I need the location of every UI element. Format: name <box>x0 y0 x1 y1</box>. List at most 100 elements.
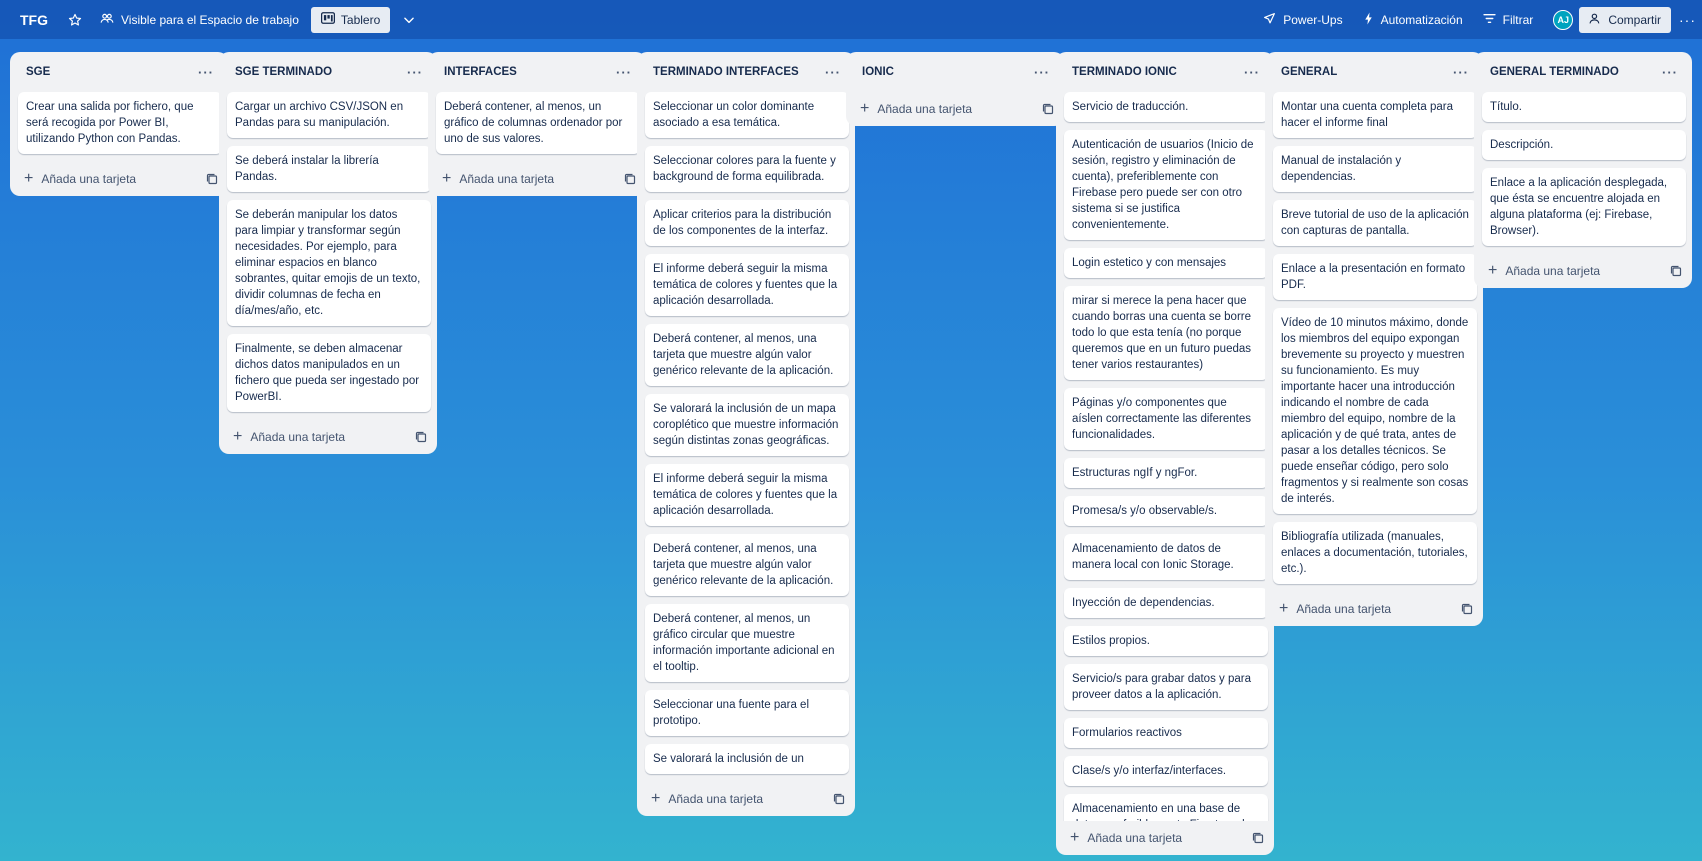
create-from-template-icon[interactable] <box>1461 603 1473 615</box>
list-menu-icon[interactable]: ··· <box>616 65 632 80</box>
list-column[interactable]: GENERAL ··· Montar una cuenta completa par… <box>1265 52 1483 626</box>
card[interactable]: Seleccionar un color dominante asociado … <box>645 92 849 138</box>
list-title[interactable]: TERMINADO IONIC <box>1072 66 1177 78</box>
list-header[interactable]: GENERAL TERMINADO ··· <box>1474 52 1692 92</box>
create-from-template-icon[interactable] <box>624 173 636 185</box>
add-card-action[interactable]: + Añada una tarjeta <box>442 171 554 187</box>
card[interactable]: Breve tutorial de uso de la aplicación c… <box>1273 200 1477 246</box>
card[interactable]: Estilos propios. <box>1064 626 1268 656</box>
add-card-button[interactable]: + Añada una tarjeta <box>1265 592 1483 626</box>
list-title[interactable]: INTERFACES <box>444 66 517 78</box>
list-title[interactable]: SGE TERMINADO <box>235 66 332 78</box>
card[interactable]: Aplicar criterios para la distribución d… <box>645 200 849 246</box>
card[interactable]: Deberá contener, al menos, una tarjeta q… <box>645 324 849 386</box>
list-menu-icon[interactable]: ··· <box>1662 65 1678 80</box>
card[interactable]: Servicio de traducción. <box>1064 92 1268 122</box>
avatar[interactable]: AJ <box>1553 9 1574 30</box>
card[interactable]: Enlace a la aplicación desplegada, que é… <box>1482 168 1686 246</box>
add-card-action[interactable]: + Añada una tarjeta <box>860 101 972 117</box>
list-menu-icon[interactable]: ··· <box>407 65 423 80</box>
list-header[interactable]: SGE TERMINADO ··· <box>219 52 437 92</box>
card[interactable]: Crear una salida por fichero, que será r… <box>18 92 222 154</box>
card[interactable]: Deberá contener, al menos, un gráfico ci… <box>645 604 849 682</box>
create-from-template-icon[interactable] <box>833 793 845 805</box>
list-title[interactable]: GENERAL TERMINADO <box>1490 66 1619 78</box>
add-card-button[interactable]: + Añada una tarjeta <box>637 782 855 816</box>
add-card-button[interactable]: + Añada una tarjeta <box>428 162 646 196</box>
list-column[interactable]: GENERAL TERMINADO ··· Título. Descripción. E… <box>1474 52 1692 288</box>
add-card-action[interactable]: + Añada una tarjeta <box>24 171 136 187</box>
add-card-action[interactable]: + Añada una tarjeta <box>1279 601 1391 617</box>
card[interactable]: El informe deberá seguir la misma temáti… <box>645 464 849 526</box>
card[interactable]: Páginas y/o componentes que aíslen corre… <box>1064 388 1268 450</box>
card[interactable]: Finalmente, se deben almacenar dichos da… <box>227 334 431 412</box>
list-header[interactable]: IONIC ··· <box>846 52 1064 92</box>
list-column[interactable]: INTERFACES ··· Deberá contener, al menos, … <box>428 52 646 196</box>
list-title[interactable]: TERMINADO INTERFACES <box>653 66 799 78</box>
card[interactable]: Autenticación de usuarios (Inicio de ses… <box>1064 130 1268 240</box>
list-header[interactable]: GENERAL ··· <box>1265 52 1483 92</box>
card[interactable]: Montar una cuenta completa para hacer el… <box>1273 92 1477 138</box>
add-card-button[interactable]: + Añada una tarjeta <box>846 92 1064 126</box>
list-menu-icon[interactable]: ··· <box>1034 65 1050 80</box>
card[interactable]: Bibliografía utilizada (manuales, enlace… <box>1273 522 1477 584</box>
board-view-button[interactable]: Tablero <box>310 6 391 33</box>
card[interactable]: Almacenamiento en una base de datos, pre… <box>1064 794 1268 821</box>
card[interactable]: Se valorará la inclusión de un <box>645 744 849 774</box>
list-menu-icon[interactable]: ··· <box>1244 65 1260 80</box>
create-from-template-icon[interactable] <box>206 173 218 185</box>
card[interactable]: Seleccionar colores para la fuente y bac… <box>645 146 849 192</box>
card[interactable]: Deberá contener, al menos, un gráfico de… <box>436 92 640 154</box>
list-column[interactable]: IONIC ··· + Añada una tarjeta <box>846 52 1064 126</box>
board-title[interactable]: TFG <box>20 12 48 28</box>
filter-button[interactable]: Filtrar <box>1483 13 1533 27</box>
list-menu-icon[interactable]: ··· <box>1453 65 1469 80</box>
card[interactable]: Promesa/s y/o observable/s. <box>1064 496 1268 526</box>
card[interactable]: Se valorará la inclusión de un mapa coro… <box>645 394 849 456</box>
star-icon[interactable] <box>68 13 82 27</box>
card[interactable]: Inyección de dependencias. <box>1064 588 1268 618</box>
add-card-action[interactable]: + Añada una tarjeta <box>1070 830 1182 846</box>
share-button[interactable]: Compartir <box>1579 6 1671 33</box>
add-card-action[interactable]: + Añada una tarjeta <box>1488 263 1600 279</box>
automation-button[interactable]: Automatización <box>1363 12 1463 28</box>
card[interactable]: Cargar un archivo CSV/JSON en Pandas par… <box>227 92 431 138</box>
create-from-template-icon[interactable] <box>1670 265 1682 277</box>
add-card-action[interactable]: + Añada una tarjeta <box>651 791 763 807</box>
list-menu-icon[interactable]: ··· <box>198 65 214 80</box>
card[interactable]: Almacenamiento de datos de manera local … <box>1064 534 1268 580</box>
list-title[interactable]: IONIC <box>862 66 894 78</box>
list-menu-icon[interactable]: ··· <box>825 65 841 80</box>
card[interactable]: mirar si merece la pena hacer que cuando… <box>1064 286 1268 380</box>
card[interactable]: Se deberán manipular los datos para limp… <box>227 200 431 326</box>
add-card-button[interactable]: + Añada una tarjeta <box>219 420 437 454</box>
card[interactable]: Manual de instalación y dependencias. <box>1273 146 1477 192</box>
create-from-template-icon[interactable] <box>1042 103 1054 115</box>
card[interactable]: Seleccionar una fuente para el prototipo… <box>645 690 849 736</box>
card[interactable]: El informe deberá seguir la misma temáti… <box>645 254 849 316</box>
list-column[interactable]: TERMINADO IONIC ··· Servicio de traducción… <box>1056 52 1274 855</box>
card[interactable]: Formularios reactivos <box>1064 718 1268 748</box>
list-header[interactable]: TERMINADO INTERFACES ··· <box>637 52 855 92</box>
card[interactable]: Descripción. <box>1482 130 1686 160</box>
card[interactable]: Estructuras ngIf y ngFor. <box>1064 458 1268 488</box>
list-header[interactable]: INTERFACES ··· <box>428 52 646 92</box>
list-header[interactable]: TERMINADO IONIC ··· <box>1056 52 1274 92</box>
list-title[interactable]: SGE <box>26 66 50 78</box>
card[interactable]: Se deberá instalar la librería Pandas. <box>227 146 431 192</box>
card[interactable]: Deberá contener, al menos, una tarjeta q… <box>645 534 849 596</box>
card[interactable]: Clase/s y/o interfaz/interfaces. <box>1064 756 1268 786</box>
card[interactable]: Servicio/s para grabar datos y para prov… <box>1064 664 1268 710</box>
create-from-template-icon[interactable] <box>1252 832 1264 844</box>
create-from-template-icon[interactable] <box>415 431 427 443</box>
more-menu-icon[interactable]: ··· <box>1679 12 1696 28</box>
list-column[interactable]: TERMINADO INTERFACES ··· Seleccionar un co… <box>637 52 855 816</box>
powerups-button[interactable]: Power-Ups <box>1263 12 1343 28</box>
card[interactable]: Título. <box>1482 92 1686 122</box>
add-card-button[interactable]: + Añada una tarjeta <box>1056 821 1274 855</box>
list-column[interactable]: SGE ··· Crear una salida por fichero, que … <box>10 52 228 196</box>
add-card-button[interactable]: + Añada una tarjeta <box>1474 254 1692 288</box>
card[interactable]: Login estetico y con mensajes <box>1064 248 1268 278</box>
visibility-button[interactable]: Visible para el Espacio de trabajo <box>100 11 299 28</box>
list-title[interactable]: GENERAL <box>1281 66 1337 78</box>
